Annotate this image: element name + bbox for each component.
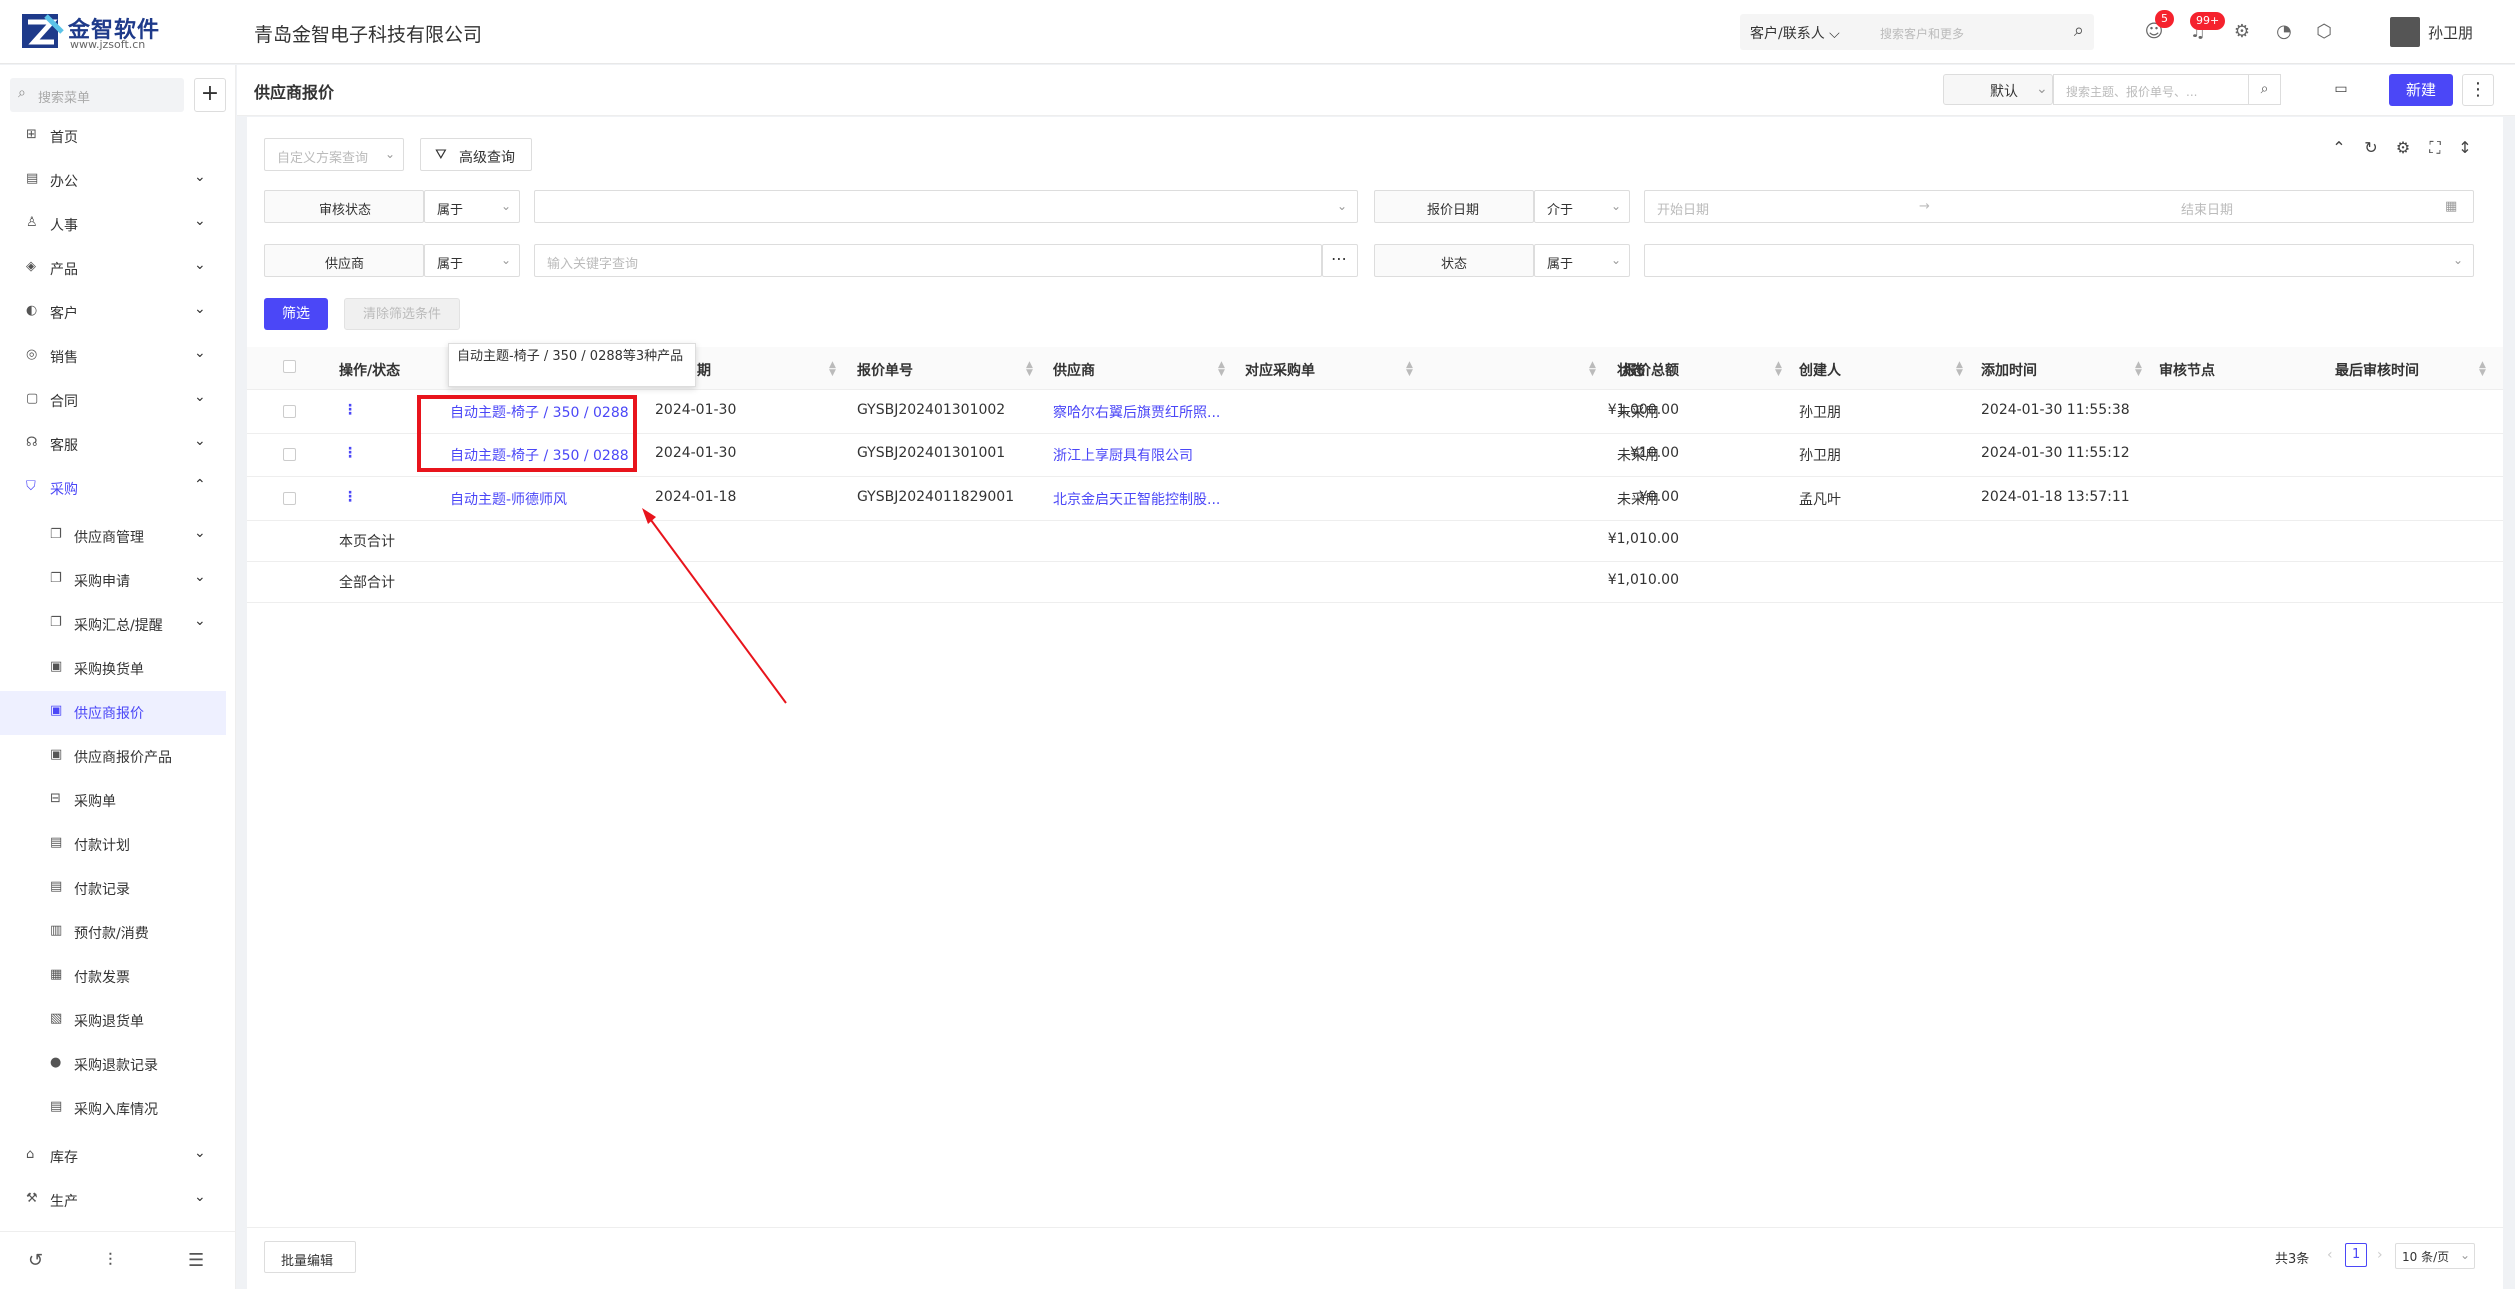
annotation-arrow (642, 508, 787, 704)
